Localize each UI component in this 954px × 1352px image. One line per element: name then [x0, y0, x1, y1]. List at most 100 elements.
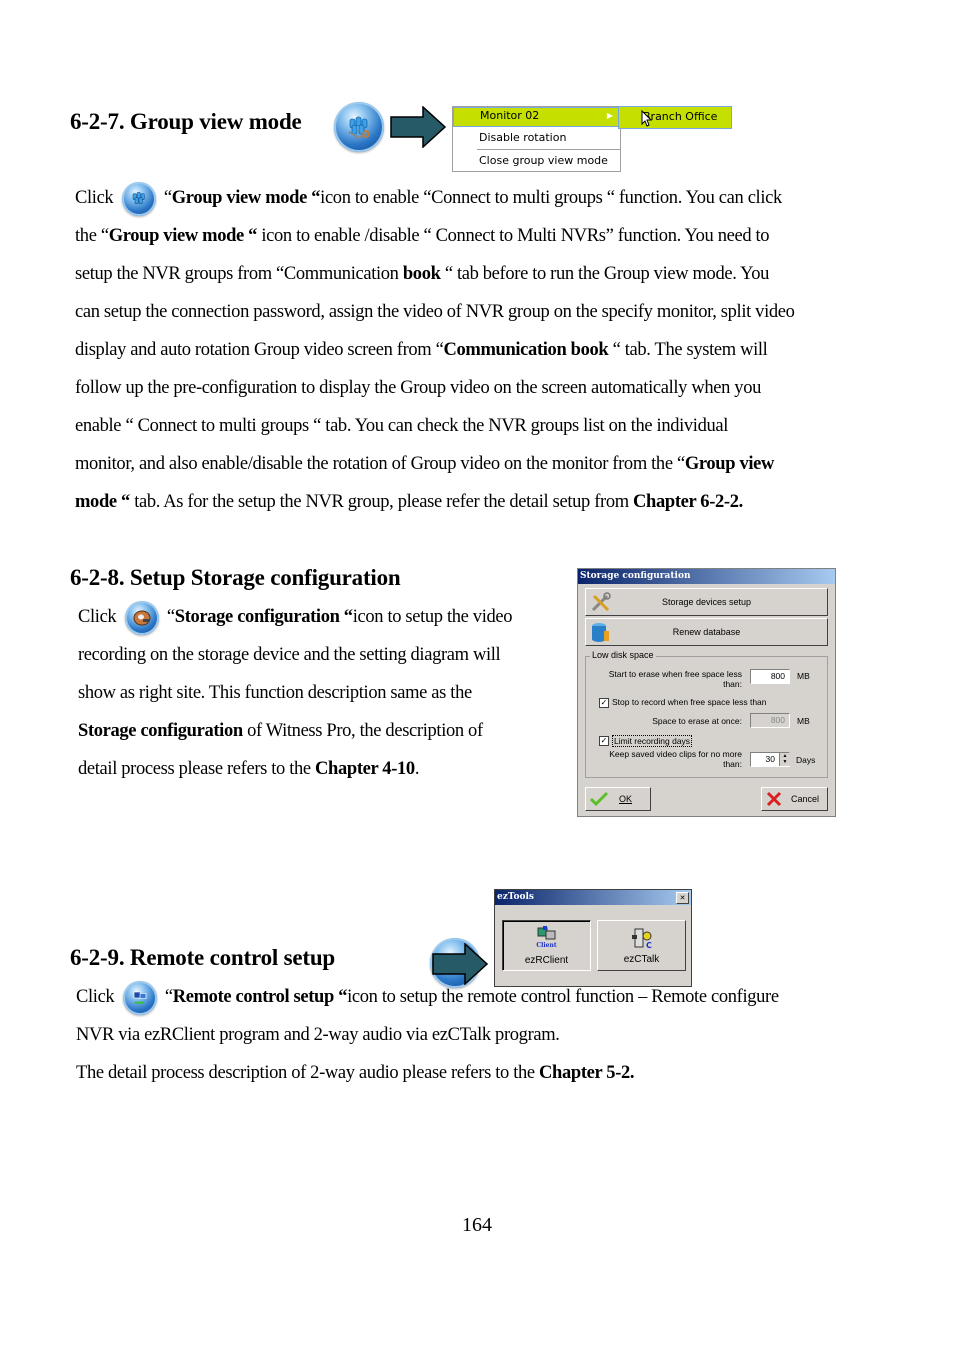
context-menu: Monitor 02 ▶ Disable rotation Close grou… — [452, 106, 621, 172]
text: “ tab before to run the Group view mode.… — [440, 264, 770, 284]
space-erase-input[interactable]: 800 — [750, 713, 790, 728]
text: “ — [159, 188, 172, 208]
ezrclient-button[interactable]: Client ezRClient — [502, 920, 591, 971]
start-erase-input[interactable]: 800 — [750, 669, 790, 684]
eztools-dialog: ezTools ✕ Client ezRClient C ezCTalk — [494, 889, 692, 987]
text: Click — [75, 188, 118, 208]
dialog-title: ezTools — [497, 892, 534, 902]
database-icon — [592, 623, 609, 642]
ok-button[interactable]: OK — [585, 787, 651, 811]
remote-control-icon — [122, 980, 157, 1015]
bold-text: Group view mode “ — [108, 226, 258, 246]
chapter-reference: Chapter 6-2-2. — [633, 492, 743, 512]
heading-remote-control-setup: 6-2-9. Remote control setup — [70, 945, 336, 970]
close-button[interactable]: ✕ — [676, 892, 689, 904]
para-line: Click “Group view mode “icon to enable “… — [75, 179, 795, 217]
submenu-item-branch-office[interactable]: Branch Office — [619, 107, 731, 126]
submenu: Branch Office — [618, 106, 732, 129]
storage-configuration-icon — [124, 600, 159, 635]
text: show as right site. This function descri… — [78, 683, 472, 703]
group-label: Low disk space — [590, 650, 656, 660]
tools-icon — [591, 592, 611, 612]
button-label: Storage devices setup — [661, 597, 752, 607]
bold-text: Storage configuration “ — [174, 607, 353, 627]
group-view-mode-icon — [121, 181, 156, 216]
arrow-right-icon — [390, 106, 446, 148]
text: icon to setup the video — [352, 607, 513, 627]
space-erase-label: Space to erase at once: — [652, 716, 742, 726]
paragraph-group-view-mode: Click “Group view mode “icon to enable “… — [75, 179, 795, 521]
page-number: 164 — [462, 1214, 492, 1236]
para-line: NVR via ezRClient program and 2-way audi… — [76, 1016, 779, 1054]
cancel-button[interactable]: Cancel — [761, 787, 828, 811]
text: The detail process description of 2-way … — [76, 1063, 540, 1083]
paragraph-remote-control: Click “Remote control setup “icon to set… — [76, 978, 779, 1092]
menu-item-label: Monitor 02 — [480, 109, 540, 122]
para-line: can setup the connection password, assig… — [75, 293, 795, 331]
start-erase-label: Start to erase when free space less than… — [608, 669, 742, 689]
para-line: the “Group view mode “ icon to enable /d… — [75, 217, 795, 255]
text: can setup the connection password, assig… — [75, 302, 795, 322]
para-line: follow up the pre-configuration to displ… — [75, 369, 795, 407]
text: icon to enable “Connect to multi groups … — [320, 188, 782, 208]
text: the “ — [75, 226, 109, 246]
text: display and auto rotation Group video sc… — [75, 340, 444, 360]
checkmark-icon — [589, 791, 609, 807]
renew-database-button[interactable]: Renew database — [585, 618, 828, 646]
stop-record-checkbox[interactable]: ✓ — [599, 698, 609, 708]
group-view-mode-icon — [334, 102, 384, 152]
text: Click — [76, 987, 119, 1007]
bold-text: mode “ — [75, 492, 130, 512]
bold-text: Communication book — [443, 340, 609, 360]
client-caption: Client — [536, 941, 557, 949]
dialog-title: Storage configuration — [578, 569, 835, 584]
text: icon to enable /disable “ Connect to Mul… — [257, 226, 770, 246]
text: NVR via ezRClient program and 2-way audi… — [76, 1025, 560, 1045]
chapter-reference: Chapter 4-10 — [315, 759, 415, 779]
text: Click — [78, 607, 121, 627]
unit-label: MB — [797, 716, 810, 726]
text: detail process please refers to the — [78, 759, 316, 779]
unit-label: MB — [797, 671, 810, 681]
para-line: mode “ tab. As for the setup the NVR gro… — [75, 483, 795, 521]
para-line: enable “ Connect to multi groups “ tab. … — [75, 407, 795, 445]
submenu-arrow-icon: ▶ — [606, 111, 613, 120]
text: enable “ Connect to multi groups “ tab. … — [75, 416, 729, 436]
bold-text: Storage configuration — [78, 721, 243, 741]
heading-group-view-mode: 6-2-7. Group view mode — [70, 109, 302, 134]
stop-record-label: Stop to record when free space less than — [612, 697, 767, 707]
limit-days-checkbox[interactable]: ✓ — [599, 736, 609, 746]
limit-days-label: Limit recording days — [612, 735, 693, 747]
bold-text: Remote control setup “ — [172, 987, 348, 1007]
button-label: ezCTalk — [623, 954, 660, 965]
spinner-buttons[interactable]: ▲ ▼ — [779, 753, 790, 766]
text: tab. As for the setup the NVR group, ple… — [129, 492, 634, 512]
text: follow up the pre-configuration to displ… — [75, 378, 762, 398]
storage-configuration-dialog: Storage configuration Storage devices se… — [577, 568, 836, 817]
bold-text: Group view — [684, 454, 775, 474]
text: “ — [160, 987, 173, 1007]
menu-item-close-group-view-mode[interactable]: Close group view mode — [453, 150, 620, 172]
button-label: ezRClient — [524, 954, 569, 966]
keep-clips-label: Keep saved video clips for no more than: — [609, 749, 742, 769]
chapter-reference: Chapter 5-2. — [539, 1063, 635, 1083]
text: . — [414, 759, 420, 779]
para-line: Storage configuration of Witness Pro, th… — [78, 712, 512, 750]
menu-item-monitor-02[interactable]: Monitor 02 ▶ — [453, 107, 620, 127]
low-disk-space-group: Low disk space Start to erase when free … — [585, 650, 828, 778]
heading-setup-storage-configuration: 6-2-8. Setup Storage configuration — [70, 565, 401, 590]
submenu-item-label: Branch Office — [643, 110, 718, 123]
ezctalk-button[interactable]: C ezCTalk — [597, 920, 686, 971]
text: setup the NVR groups from “Communication — [75, 264, 403, 284]
para-line: recording on the storage device and the … — [78, 636, 512, 674]
storage-devices-setup-button[interactable]: Storage devices setup — [585, 588, 828, 616]
spin-down-icon[interactable]: ▼ — [780, 759, 790, 765]
svg-text:C: C — [646, 941, 652, 950]
dialog-titlebar: ezTools ✕ — [495, 890, 691, 905]
bold-text: Group view mode “ — [171, 188, 321, 208]
menu-item-label: Disable rotation — [479, 131, 567, 144]
text: “ — [162, 607, 175, 627]
button-label: Cancel — [791, 794, 820, 804]
para-line: display and auto rotation Group video sc… — [75, 331, 795, 369]
menu-item-disable-rotation[interactable]: Disable rotation — [453, 127, 620, 149]
